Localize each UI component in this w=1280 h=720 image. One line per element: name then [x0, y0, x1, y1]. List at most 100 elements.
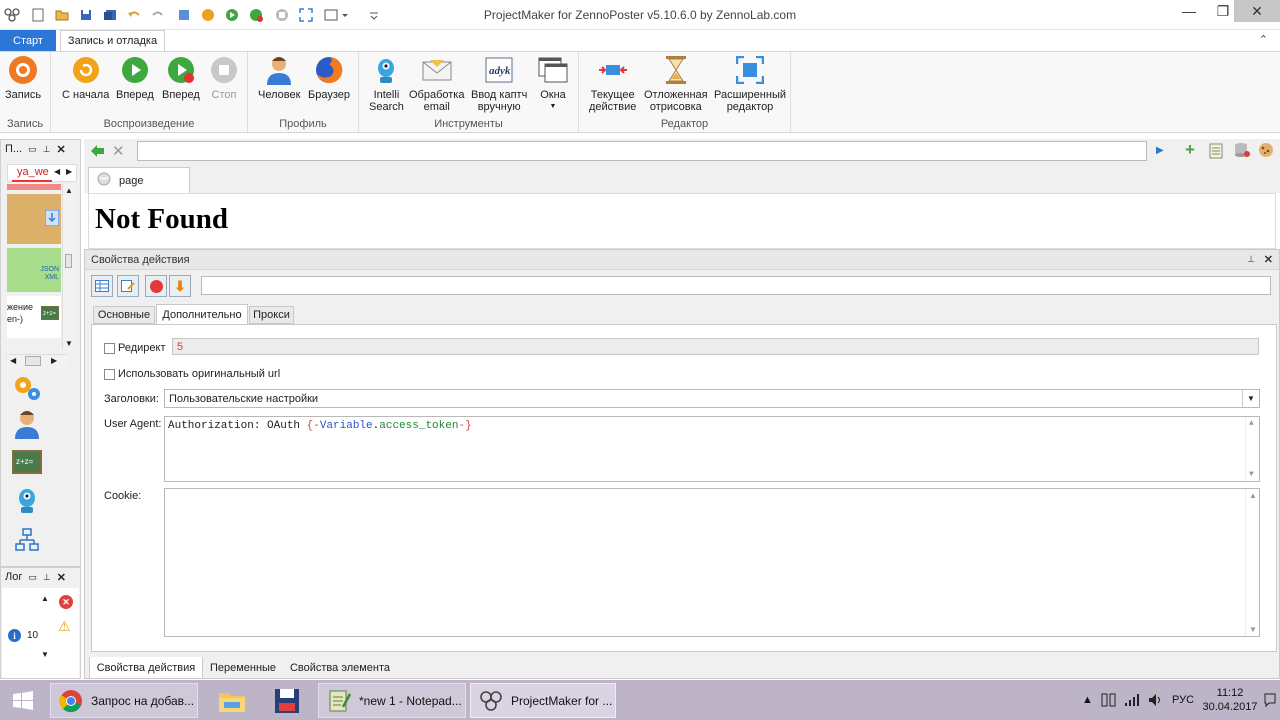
- volume-icon[interactable]: [1148, 680, 1164, 720]
- panel-bottom-tabs: Свойства действия Переменные Свойства эл…: [85, 655, 1279, 679]
- manual-captcha-button[interactable]: adyk Ввод каптч вручную: [471, 54, 527, 113]
- forward-button[interactable]: Вперед: [116, 54, 154, 101]
- cookie-field[interactable]: ▲ ▼: [164, 488, 1260, 637]
- email-processing-button[interactable]: Обработка email: [409, 54, 464, 113]
- taskbar-projectmaker[interactable]: ProjectMaker for ...: [470, 683, 616, 718]
- taskbar: Запрос на добав... *new 1 - Notepad... P…: [0, 680, 1280, 720]
- group-tools: Intelli Search Обработка email adyk Ввод…: [359, 52, 579, 132]
- redirect-checkbox[interactable]: [104, 343, 115, 354]
- action-block-orange[interactable]: [7, 194, 61, 244]
- tab-element-properties[interactable]: Свойства элемента: [285, 657, 395, 679]
- person-icon[interactable]: [11, 408, 43, 440]
- database-icon[interactable]: [1234, 142, 1250, 161]
- headers-select[interactable]: Пользовательские настройки ▼: [164, 389, 1260, 408]
- table-view-button[interactable]: [91, 275, 113, 297]
- tab-record-debug[interactable]: Запись и отладка: [60, 30, 165, 51]
- close-panel-icon[interactable]: ✕: [1264, 253, 1273, 266]
- language-indicator[interactable]: РУС: [1172, 680, 1194, 720]
- from-start-button[interactable]: С начала: [62, 54, 109, 101]
- error-filter-icon[interactable]: ✕: [59, 595, 73, 609]
- stop-action-button[interactable]: [145, 275, 167, 297]
- cookie-scrollbar[interactable]: ▲ ▼: [1245, 489, 1259, 636]
- pin-icon[interactable]: ⊥: [43, 144, 51, 155]
- windows-start-button[interactable]: [0, 683, 46, 718]
- current-action-button[interactable]: Текущее действие: [589, 54, 636, 113]
- taskbar-save-app[interactable]: [266, 683, 306, 718]
- wifi-signal-icon[interactable]: [1124, 680, 1140, 720]
- show-hidden-icons-button[interactable]: ▲: [1082, 680, 1093, 720]
- hourglass-icon: [660, 54, 692, 86]
- pin-icon[interactable]: ⊥: [43, 572, 51, 583]
- add-icon[interactable]: +: [1185, 140, 1195, 160]
- cancel-icon[interactable]: ✕: [112, 142, 125, 160]
- robot-icon[interactable]: [11, 484, 43, 516]
- network-adapter-icon[interactable]: [1100, 680, 1118, 720]
- action-name-input[interactable]: [201, 276, 1271, 295]
- tab-page[interactable]: page: [88, 167, 190, 193]
- collapse-ribbon-button[interactable]: ⌃: [1259, 33, 1268, 46]
- tab-advanced[interactable]: Дополнительно: [156, 304, 248, 325]
- gears-icon[interactable]: [11, 372, 43, 404]
- taskbar-explorer[interactable]: [210, 683, 250, 718]
- edit-action-button[interactable]: [117, 275, 139, 297]
- current-action-icon: [597, 54, 629, 86]
- browser-button[interactable]: Браузер: [308, 54, 350, 101]
- user-agent-field[interactable]: Authorization: OAuth {-Variable.access_t…: [164, 416, 1260, 482]
- table-icon: [95, 280, 109, 292]
- action-block-text[interactable]: жение en-) z+z=: [7, 296, 61, 338]
- scroll-up-icon[interactable]: ▲: [41, 594, 49, 603]
- minimize-button[interactable]: —: [1172, 0, 1206, 22]
- tab-proxy[interactable]: Прокси: [249, 306, 294, 324]
- redirect-count-field[interactable]: 5: [172, 338, 1259, 355]
- use-original-url-checkbox[interactable]: [104, 369, 115, 380]
- taskbar-chrome[interactable]: Запрос на добав...: [50, 683, 198, 718]
- tab-variables[interactable]: Переменные: [205, 657, 281, 679]
- tab-basic[interactable]: Основные: [93, 306, 155, 324]
- intelli-search-button[interactable]: Intelli Search: [369, 54, 404, 113]
- record-button[interactable]: Запись: [5, 54, 41, 101]
- tab-left-arrow-icon[interactable]: ◀: [54, 167, 60, 176]
- chevron-down-icon[interactable]: ▼: [1242, 390, 1259, 407]
- left-panel: П... ▭ ⊥ ✕ ya_we ◀ ▶ JSON XML жение en-)…: [0, 139, 81, 567]
- person-icon: [263, 54, 295, 86]
- group-editor: Текущее действие Отложенная отрисовка Ра…: [579, 52, 791, 132]
- windows-button[interactable]: Окна ▼: [537, 54, 569, 113]
- scroll-down-icon[interactable]: ▼: [41, 650, 49, 659]
- headers-label: Заголовки:: [104, 393, 159, 405]
- close-button[interactable]: ✕: [1234, 0, 1280, 22]
- forward-step-button[interactable]: Вперед: [162, 54, 200, 101]
- window-position-icon[interactable]: ▭: [28, 144, 37, 155]
- go-icon[interactable]: ▶: [1156, 145, 1164, 156]
- user-agent-scrollbar[interactable]: ▲ ▼: [1245, 417, 1259, 481]
- clock[interactable]: 11:12 30.04.2017: [1202, 680, 1257, 720]
- close-panel-icon[interactable]: ✕: [57, 571, 66, 584]
- tab-ya-we[interactable]: ya_we: [12, 166, 52, 182]
- window-position-icon[interactable]: ▭: [28, 572, 37, 583]
- stop-button[interactable]: Стоп: [208, 54, 240, 101]
- ribbon-tabs: Старт Запись и отладка ⌃: [0, 30, 1280, 51]
- formula-board-icon[interactable]: z+z=: [11, 446, 43, 478]
- tab-start[interactable]: Старт: [0, 30, 56, 51]
- tab-action-properties[interactable]: Свойства действия: [89, 657, 203, 679]
- log-content: ▲ ▼ i 10 ✕ ⚠: [2, 588, 79, 678]
- back-arrow-icon[interactable]: [89, 143, 105, 162]
- browser-webview[interactable]: Not Found: [88, 193, 1276, 249]
- pin-icon[interactable]: ⊥: [1247, 254, 1255, 265]
- url-input[interactable]: [137, 141, 1147, 161]
- left-panel-vscrollbar[interactable]: ▲ ▼: [62, 184, 74, 350]
- extended-editor-button[interactable]: Расширенный редактор: [714, 54, 786, 113]
- notes-icon[interactable]: [1209, 143, 1223, 162]
- notifications-icon[interactable]: [1264, 680, 1276, 720]
- close-panel-icon[interactable]: ✕: [56, 143, 65, 156]
- human-button[interactable]: Человек: [258, 54, 300, 101]
- cookie-icon[interactable]: [1258, 142, 1274, 161]
- action-block-green[interactable]: JSON XML: [7, 248, 61, 292]
- warning-filter-icon[interactable]: ⚠: [58, 618, 71, 635]
- download-action-button[interactable]: ⬇: [169, 275, 191, 297]
- props-toolbar: ⬇: [91, 274, 1271, 298]
- taskbar-notepad[interactable]: *new 1 - Notepad...: [318, 683, 466, 718]
- tab-right-arrow-icon[interactable]: ▶: [66, 167, 72, 176]
- deferred-render-button[interactable]: Отложенная отрисовка: [644, 54, 708, 113]
- left-panel-hscrollbar[interactable]: ◀ ▶: [7, 354, 67, 368]
- sitemap-icon[interactable]: [11, 524, 43, 556]
